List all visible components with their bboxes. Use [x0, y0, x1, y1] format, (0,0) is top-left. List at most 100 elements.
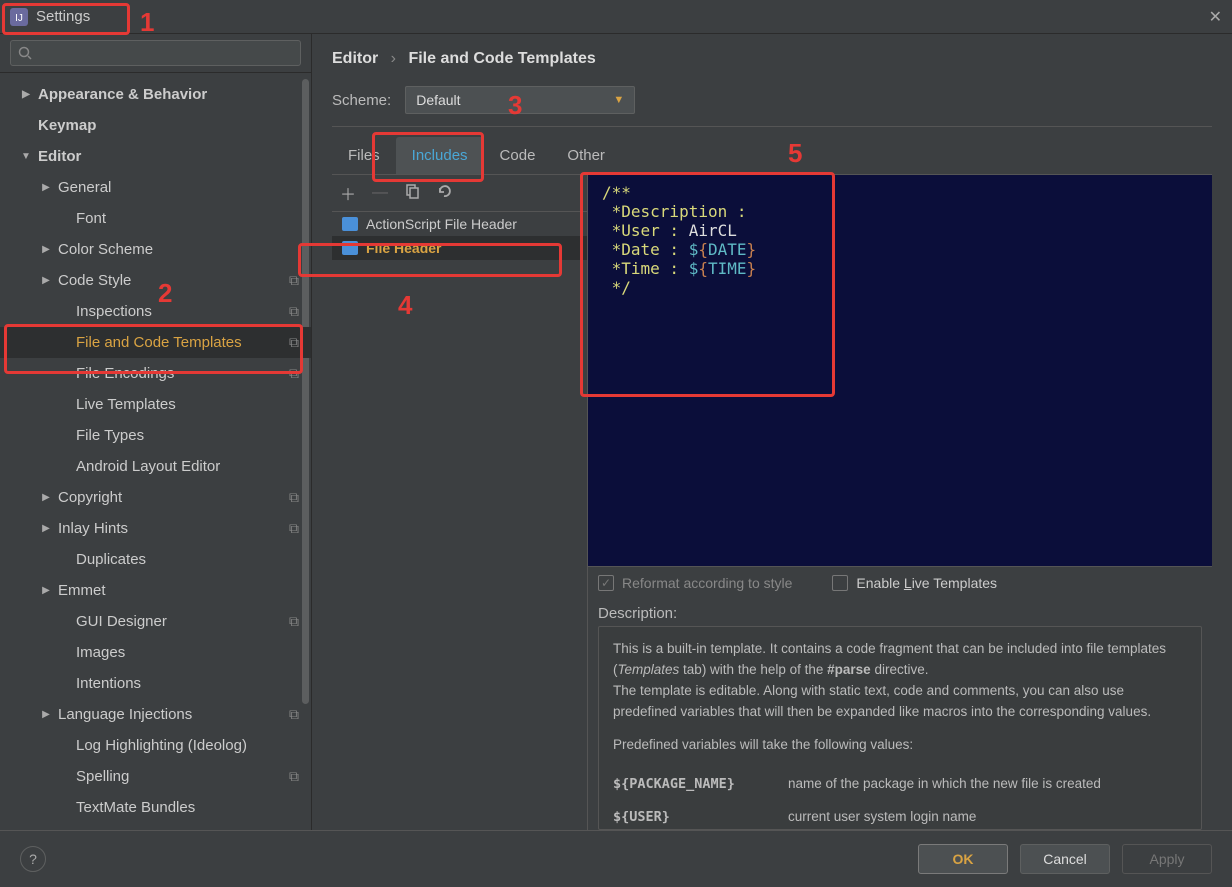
sidebar-item-live-templates[interactable]: ▶Live Templates [0, 389, 311, 420]
template-tabs: FilesIncludesCodeOther [332, 137, 1212, 175]
chevron-right-icon: ▶ [40, 275, 52, 286]
template-editor[interactable]: /** *Description : *User : AirCL *Date :… [588, 175, 1212, 567]
sidebar-item-label: Inlay Hints [58, 520, 128, 537]
add-icon[interactable]: ＋ [340, 181, 356, 205]
sidebar-item-label: Emmet [58, 582, 106, 599]
sidebar-item-label: Log Highlighting (Ideolog) [76, 737, 247, 754]
scheme-label: Scheme: [332, 92, 391, 109]
sidebar-item-images[interactable]: ▶Images [0, 637, 311, 668]
code-token: *Time : [602, 259, 689, 278]
template-item[interactable]: File Header [332, 236, 587, 260]
template-editor-panel: /** *Description : *User : AirCL *Date :… [588, 175, 1212, 830]
sidebar-item-general[interactable]: ▶General [0, 172, 311, 203]
template-list[interactable]: ActionScript File Header File Header [332, 212, 587, 830]
template-toolbar: ＋ — [332, 175, 587, 212]
sidebar-item-gui-designer[interactable]: ▶GUI Designer⧉ [0, 606, 311, 637]
sidebar-item-label: Live Templates [76, 396, 176, 413]
checkbox-icon [832, 575, 848, 591]
reformat-checkbox[interactable]: ✓ Reformat according to style [598, 575, 792, 591]
sidebar-item-label: File Types [76, 427, 144, 444]
sidebar-item-label: File Encodings [76, 365, 174, 382]
template-list-panel: ＋ — ActionScript File Header File Header [332, 175, 588, 830]
sidebar-item-label: Inspections [76, 303, 152, 320]
editor-options: ✓ Reformat according to style Enable Liv… [588, 567, 1212, 599]
sidebar-item-label: File and Code Templates [76, 334, 242, 351]
sidebar-item-file-and-code-templates[interactable]: ▶File and Code Templates⧉ [0, 327, 311, 358]
cancel-button[interactable]: Cancel [1020, 844, 1110, 874]
chevron-right-icon: ▶ [40, 523, 52, 534]
remove-icon[interactable]: — [372, 184, 388, 202]
variable-name: ${USER} [613, 807, 788, 828]
sidebar-item-label: Spelling [76, 768, 129, 785]
sidebar-item-file-encodings[interactable]: ▶File Encodings⧉ [0, 358, 311, 389]
reformat-label: Reformat according to style [622, 575, 792, 591]
enable-live-templates-checkbox[interactable]: Enable Live Templates [832, 575, 997, 591]
sidebar-item-copyright[interactable]: ▶Copyright⧉ [0, 482, 311, 513]
sidebar-item-inlay-hints[interactable]: ▶ Inlay Hints ⧉ [0, 513, 311, 544]
settings-search-input[interactable] [10, 40, 301, 66]
dialog-footer: ? OK Cancel Apply [0, 830, 1232, 886]
copy-icon[interactable] [404, 183, 420, 204]
template-item[interactable]: ActionScript File Header [332, 212, 587, 236]
chevron-down-icon: ▼ [613, 94, 624, 106]
project-scope-icon: ⧉ [289, 303, 299, 320]
chevron-right-icon: ▶ [40, 492, 52, 503]
checkbox-icon: ✓ [598, 575, 614, 591]
scheme-select[interactable]: Default ▼ [405, 86, 635, 114]
code-token: { [698, 259, 708, 278]
sidebar-item-label: Duplicates [76, 551, 146, 568]
sidebar-item-code-style[interactable]: ▶Code Style⧉ [0, 265, 311, 296]
sidebar-item-keymap[interactable]: ▶Keymap [0, 110, 311, 141]
scheme-value: Default [416, 92, 460, 108]
project-scope-icon: ⧉ [289, 520, 299, 537]
tab-code[interactable]: Code [484, 137, 552, 174]
content-panel: Editor › File and Code Templates Scheme:… [312, 34, 1232, 830]
sidebar-item-spelling[interactable]: ▶Spelling⧉ [0, 761, 311, 792]
project-scope-icon: ⧉ [289, 768, 299, 785]
settings-tree[interactable]: ▶ Appearance & Behavior ▶Keymap▼Editor▶Gen… [0, 73, 311, 830]
svg-text:IJ: IJ [15, 13, 23, 24]
settings-sidebar: ▶ Appearance & Behavior ▶Keymap▼Editor▶Gen… [0, 34, 312, 830]
sidebar-item-language-injections[interactable]: ▶Language Injections⧉ [0, 699, 311, 730]
sidebar-item-android-layout-editor[interactable]: ▶Android Layout Editor [0, 451, 311, 482]
close-icon[interactable]: ✕ [1209, 7, 1222, 27]
code-token: } [747, 259, 757, 278]
code-token: TIME [708, 259, 747, 278]
code-token: *Date : [602, 240, 689, 259]
sidebar-item-duplicates[interactable]: ▶Duplicates [0, 544, 311, 575]
variables-table: ${PACKAGE_NAME}name of the package in wh… [613, 768, 1187, 830]
sidebar-item-inspections[interactable]: ▶Inspections⧉ [0, 296, 311, 327]
undo-icon[interactable] [436, 183, 452, 204]
sidebar-item-editor[interactable]: ▼Editor [0, 141, 311, 172]
file-icon [342, 217, 358, 231]
description-p3: Predefined variables will take the follo… [613, 735, 1187, 756]
sidebar-item-intentions[interactable]: ▶Intentions [0, 668, 311, 699]
tab-includes[interactable]: Includes [396, 137, 484, 174]
template-item-label: ActionScript File Header [366, 216, 517, 232]
sidebar-item-textmate-bundles[interactable]: ▶TextMate Bundles [0, 792, 311, 823]
sidebar-item-label: GUI Designer [76, 613, 167, 630]
sidebar-item-label: Appearance & Behavior [38, 86, 207, 103]
description-p1: This is a built-in template. It contains… [613, 639, 1187, 681]
tab-files[interactable]: Files [332, 137, 396, 174]
breadcrumb: Editor › File and Code Templates [332, 50, 1212, 68]
project-scope-icon: ⧉ [289, 489, 299, 506]
tab-other[interactable]: Other [551, 137, 621, 174]
ok-button[interactable]: OK [918, 844, 1008, 874]
sidebar-item-emmet[interactable]: ▶Emmet [0, 575, 311, 606]
chevron-right-icon: ▶ [40, 709, 52, 720]
code-token: } [747, 240, 757, 259]
app-icon: IJ [10, 8, 28, 26]
sidebar-item-log-highlighting-ideolog-[interactable]: ▶Log Highlighting (Ideolog) [0, 730, 311, 761]
description-label: Description: [588, 599, 1212, 626]
sidebar-item-appearance-behavior[interactable]: ▶ Appearance & Behavior [0, 79, 311, 110]
sidebar-item-label: TextMate Bundles [76, 799, 195, 816]
sidebar-item-font[interactable]: ▶Font [0, 203, 311, 234]
sidebar-item-file-types[interactable]: ▶File Types [0, 420, 311, 451]
description-box: This is a built-in template. It contains… [598, 626, 1202, 830]
help-button[interactable]: ? [20, 846, 46, 872]
code-token: $ [689, 240, 699, 259]
chevron-right-icon: ▶ [20, 89, 32, 100]
sidebar-item-color-scheme[interactable]: ▶Color Scheme [0, 234, 311, 265]
project-scope-icon: ⧉ [289, 365, 299, 382]
